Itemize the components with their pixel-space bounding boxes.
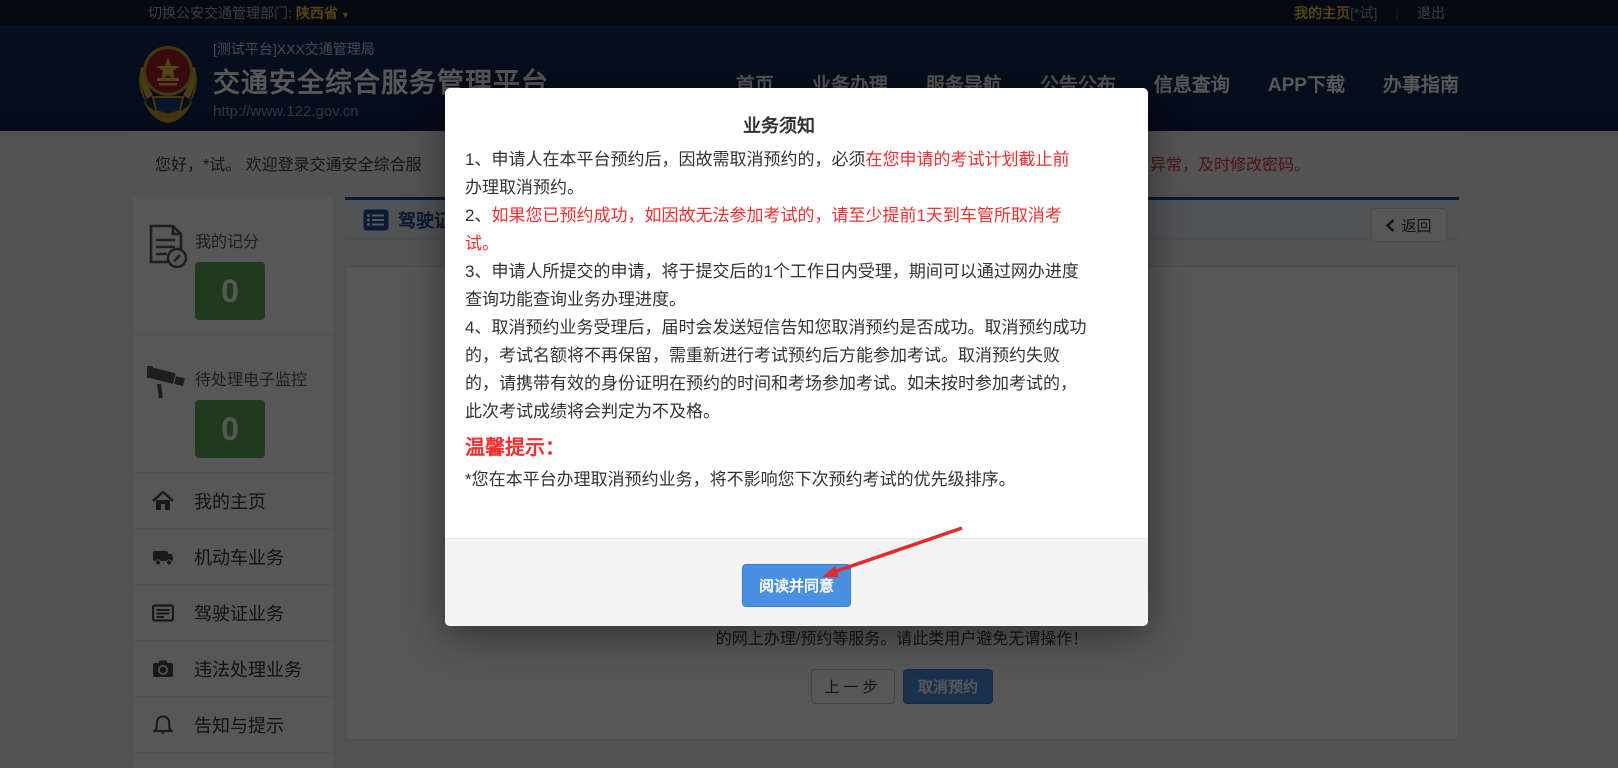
notice-item-2: 2、如果您已预约成功，如因故无法参加考试的，请至少提前1天到车管所取消考试。 [465, 206, 1062, 253]
warm-tip-heading: 温馨提示： [465, 437, 565, 459]
notice-item-1: 1、申请人在本平台预约后，因故需取消预约的，必须在您申请的考试计划截止前 办理取消… [465, 150, 1070, 197]
agree-button[interactable]: 阅读并同意 [741, 564, 851, 607]
notice-item-3: 3、申请人所提交的申请，将于提交后的1个工作日内受理，期间可以通过网办进度查询功… [465, 262, 1079, 309]
modal-title: 业务须知 [743, 116, 815, 136]
business-notice-modal: 业务须知 1、申请人在本平台预约后，因故需取消预约的，必须在您申请的考试计划截止… [445, 88, 1148, 626]
notice-item-4: 4、取消预约业务受理后，届时会发送短信告知您取消预约是否成功。取消预约成功的，考… [465, 318, 1087, 421]
page: 切换公安交通管理部门:陕西省▼ 我的主页 [*试] | 退出 [0, 0, 1618, 768]
warm-tip-note: *您在本平台办理取消预约业务，将不影响您下次预约考试的优先级排序。 [465, 470, 1016, 489]
modal-footer: 阅读并同意 [445, 538, 1148, 626]
